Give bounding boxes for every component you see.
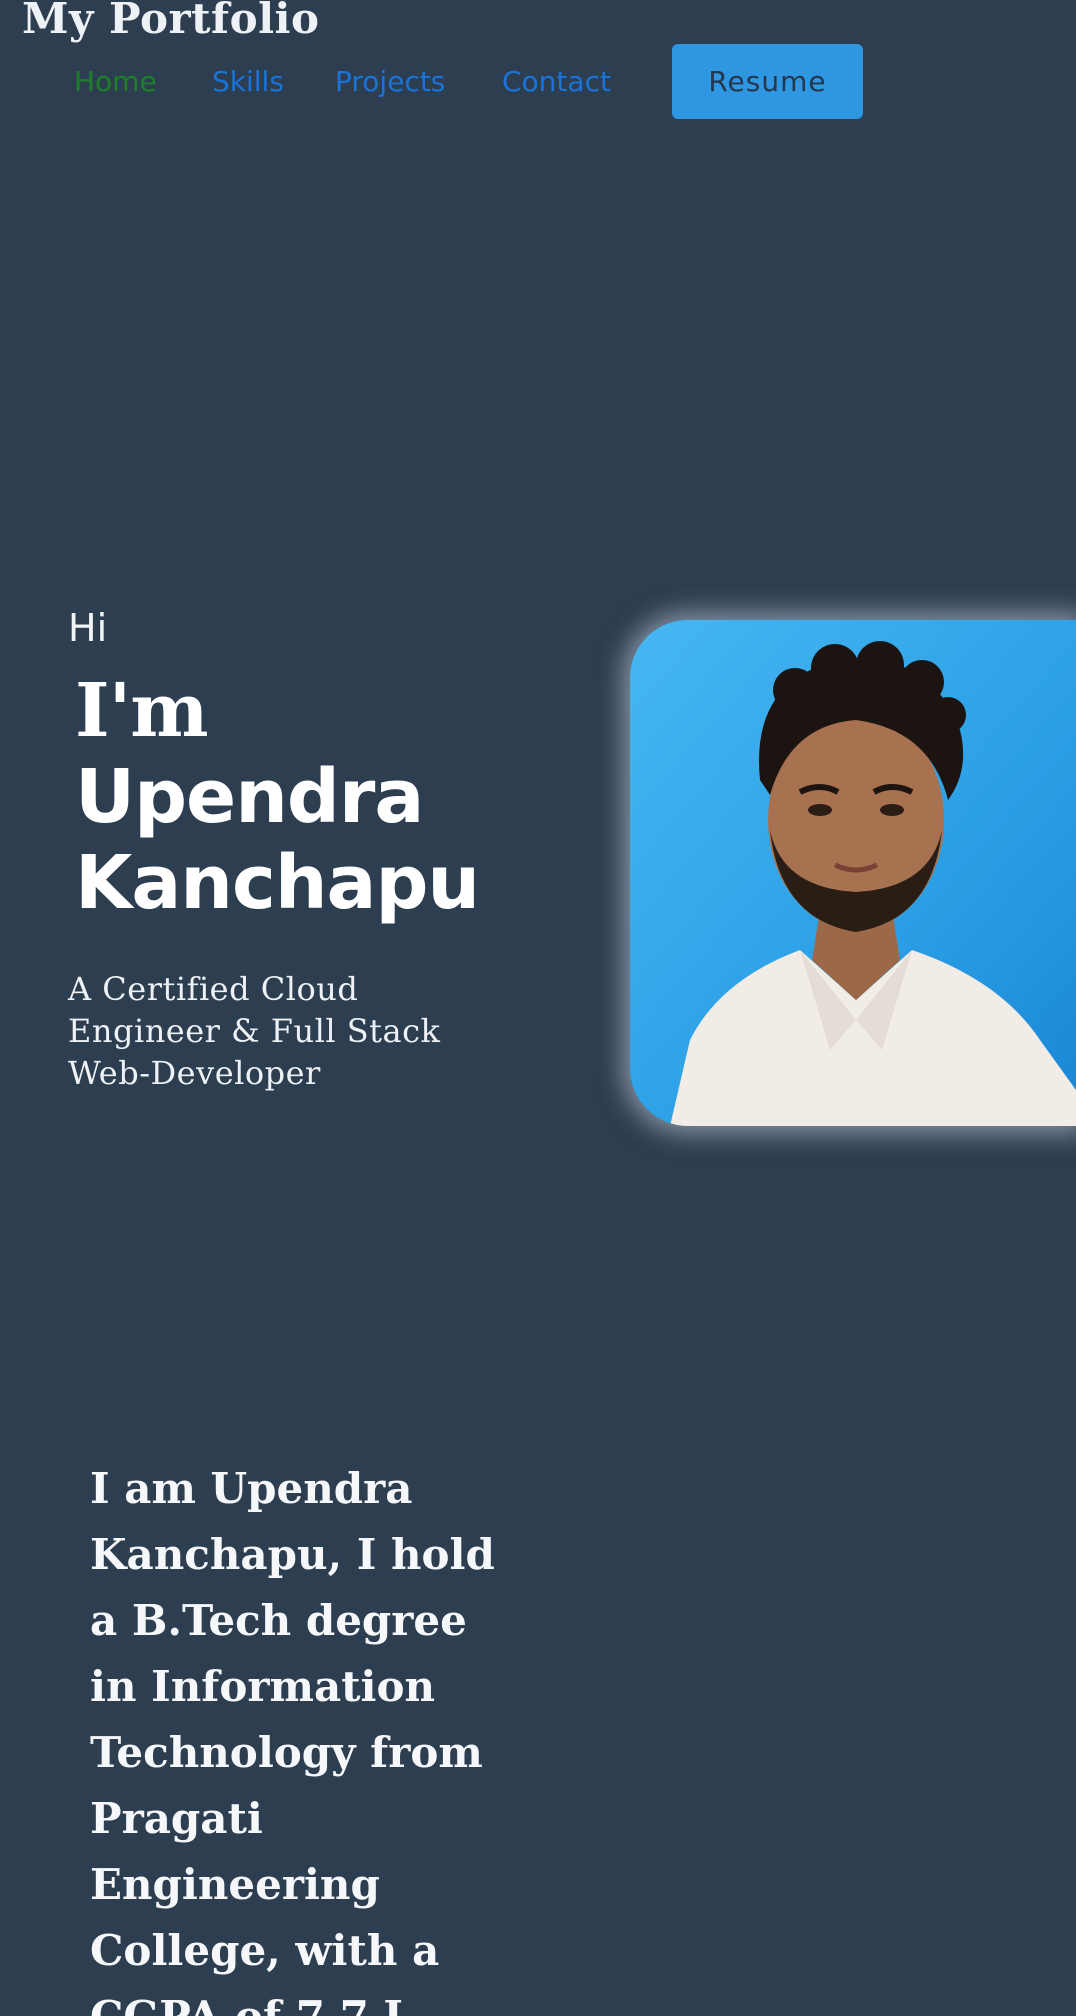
nav-link-skills[interactable]: Skills [212, 65, 284, 98]
hero-name: I'm Upendra Kanchapu [75, 668, 515, 926]
site-brand[interactable]: My Portfolio [22, 0, 320, 43]
hero-name-last: Kanchapu [75, 840, 480, 926]
profile-photo-illustration [630, 620, 1076, 1126]
nav-link-contact[interactable]: Contact [502, 65, 611, 98]
nav-link-home[interactable]: Home [74, 65, 157, 98]
about-section: I am Upendra Kanchapu, I hold a B.Tech d… [90, 1456, 510, 2016]
profile-photo [630, 620, 1076, 1126]
hero-tagline: A Certified Cloud Engineer & Full Stack … [68, 970, 441, 1092]
hero-intro: I'm [75, 668, 209, 754]
hero-greeting: Hi [68, 606, 108, 650]
about-text: I am Upendra Kanchapu, I hold a B.Tech d… [90, 1464, 495, 2016]
resume-button[interactable]: Resume [672, 44, 863, 119]
hero-name-first: Upendra [75, 754, 424, 840]
nav-link-projects[interactable]: Projects [335, 65, 445, 98]
